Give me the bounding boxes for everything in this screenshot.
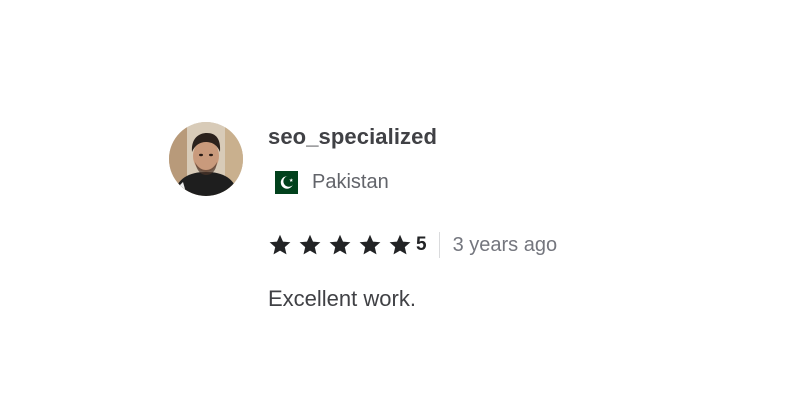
avatar[interactable]: [169, 122, 243, 196]
username[interactable]: seo_specialized: [268, 124, 437, 150]
star-icon: [299, 234, 321, 255]
user-avatar-photo: [169, 122, 243, 196]
country-info: Pakistan: [268, 168, 389, 196]
rating-row: 5 3 years ago: [268, 232, 557, 258]
country-name: Pakistan: [312, 170, 389, 193]
review-text: Excellent work.: [268, 286, 416, 311]
review-timestamp: 3 years ago: [452, 233, 558, 256]
pakistan-flag-icon: [268, 170, 298, 194]
review-card: seo_specialized Pakistan 5 3 years ago E…: [169, 122, 729, 322]
star-icon: [359, 234, 381, 255]
star-icon: [269, 234, 291, 255]
star-icon: [389, 234, 411, 255]
star-icon: [329, 234, 351, 255]
rating-divider: [438, 232, 440, 258]
star-rating: [268, 233, 416, 257]
rating-value: 5: [416, 234, 427, 255]
